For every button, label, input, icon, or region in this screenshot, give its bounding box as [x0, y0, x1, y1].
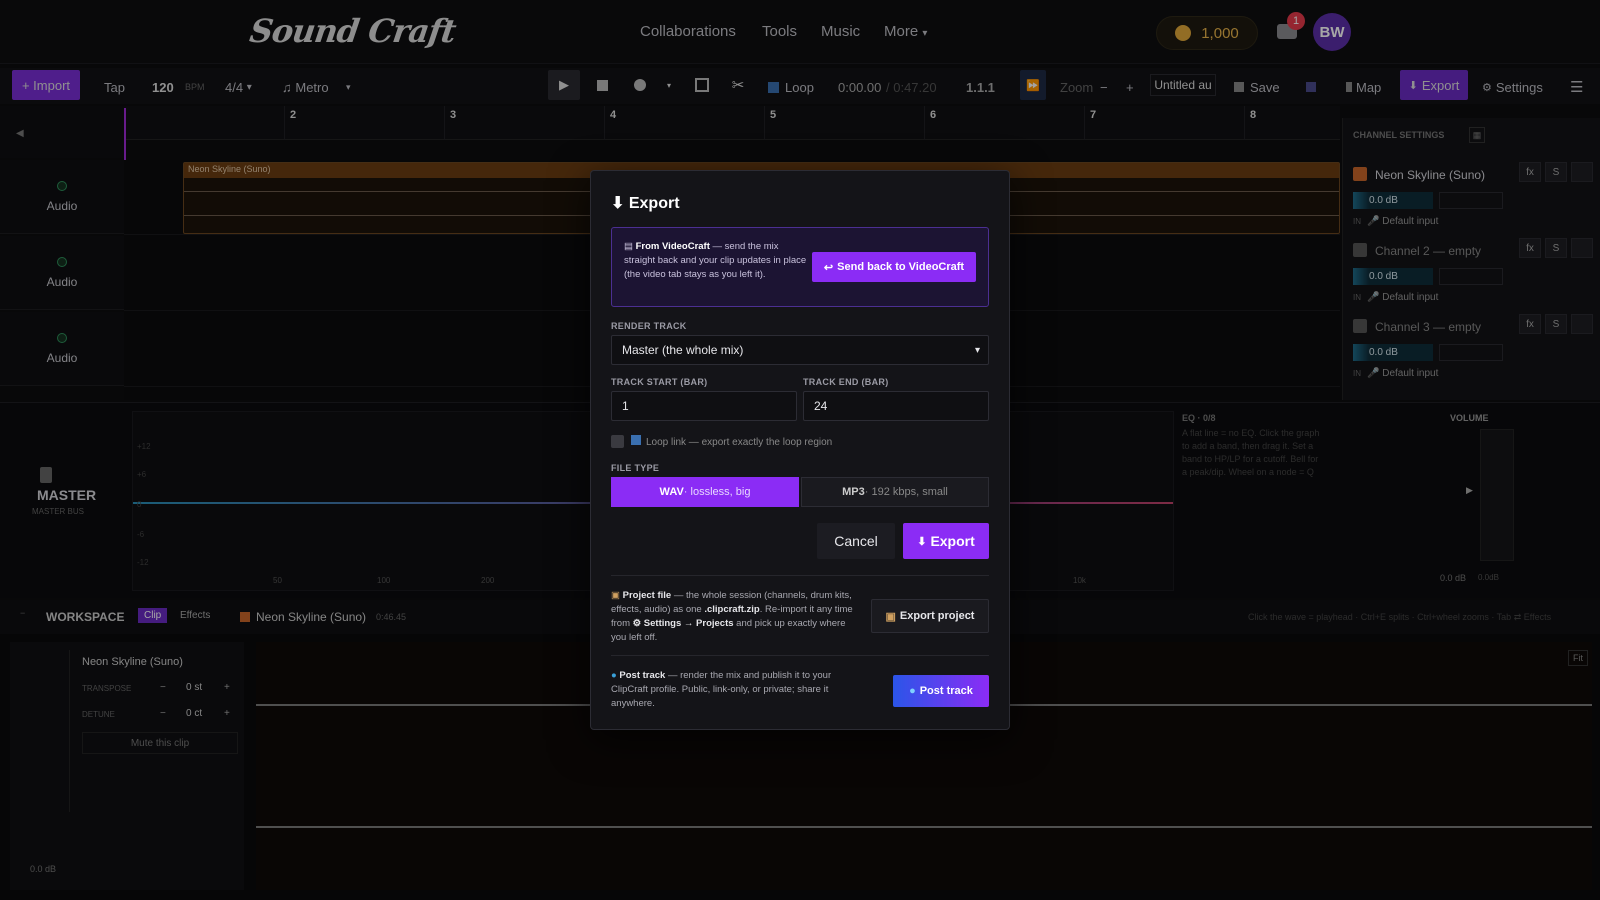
track-start-input[interactable]: 1 [611, 391, 797, 421]
post-track-desc: ● Post track — render the mix and publis… [611, 669, 855, 711]
globe-icon: ● [909, 685, 916, 697]
render-track-value: Master (the whole mix) [622, 343, 744, 357]
cancel-button[interactable]: Cancel [817, 523, 895, 559]
loop-link-checkbox[interactable] [611, 435, 624, 448]
package-icon: ▣ [611, 590, 623, 601]
file-type-label: FILE TYPE [611, 463, 660, 473]
loop-link-text: Loop link — export exactly the loop regi… [646, 437, 833, 448]
download-icon: ⬇ [917, 535, 927, 548]
dialog-title: ⬇ Export [611, 193, 680, 213]
project-path: ⚙ Settings → Projects [632, 618, 734, 629]
divider [611, 655, 989, 656]
return-icon: ↩ [823, 261, 834, 274]
project-file-title: Project file [622, 590, 672, 601]
render-track-label: RENDER TRACK [611, 321, 687, 331]
wav-label: WAV [659, 486, 684, 498]
mp3-option[interactable]: MP3 · 192 kbps, small [801, 477, 989, 507]
mp3-desc: · 192 kbps, small [864, 486, 948, 498]
export-project-button[interactable]: ▣ Export project [871, 599, 989, 633]
divider [611, 575, 989, 576]
package-icon: ▣ [885, 610, 896, 623]
track-end-input[interactable]: 24 [803, 391, 989, 421]
film-icon: ▤ [624, 241, 636, 252]
track-start-label: TRACK START (BAR) [611, 377, 708, 387]
loop-link-label: Loop link — export exactly the loop regi… [631, 435, 832, 448]
chevron-down-icon: ▾ [974, 344, 980, 356]
send-to-videocraft-button[interactable]: ↩ Send back to VideoCraft [812, 252, 976, 282]
videocraft-title: From VideoCraft [635, 241, 710, 252]
videocraft-text: ▤ From VideoCraft — send the mix straigh… [624, 240, 808, 282]
wav-desc: · lossless, big [683, 486, 751, 498]
mp3-label: MP3 [842, 486, 865, 498]
send-to-videocraft-label: Send back to VideoCraft [837, 261, 965, 273]
dialog-title-text: Export [628, 195, 680, 212]
project-ext: .clipcraft.zip [704, 604, 760, 615]
export-project-label: Export project [899, 610, 975, 622]
export-button[interactable]: ⬇ Export [903, 523, 989, 559]
export-dialog: ⬇ Export ▤ From VideoCraft — send the mi… [590, 170, 1010, 730]
videocraft-box: ▤ From VideoCraft — send the mix straigh… [611, 227, 989, 307]
track-end-label: TRACK END (BAR) [803, 377, 889, 387]
download-icon: ⬇ [611, 195, 629, 212]
render-track-select[interactable]: Master (the whole mix) ▾ [611, 335, 989, 365]
post-track-title: Post track [619, 670, 666, 681]
post-track-button[interactable]: ● Post track [893, 675, 989, 707]
wav-option[interactable]: WAV · lossless, big [611, 477, 799, 507]
export-label: Export [930, 533, 975, 549]
project-file-desc: ▣ Project file — the whole session (chan… [611, 589, 855, 645]
post-track-label: Post track [919, 685, 973, 697]
loop-icon [631, 435, 641, 445]
